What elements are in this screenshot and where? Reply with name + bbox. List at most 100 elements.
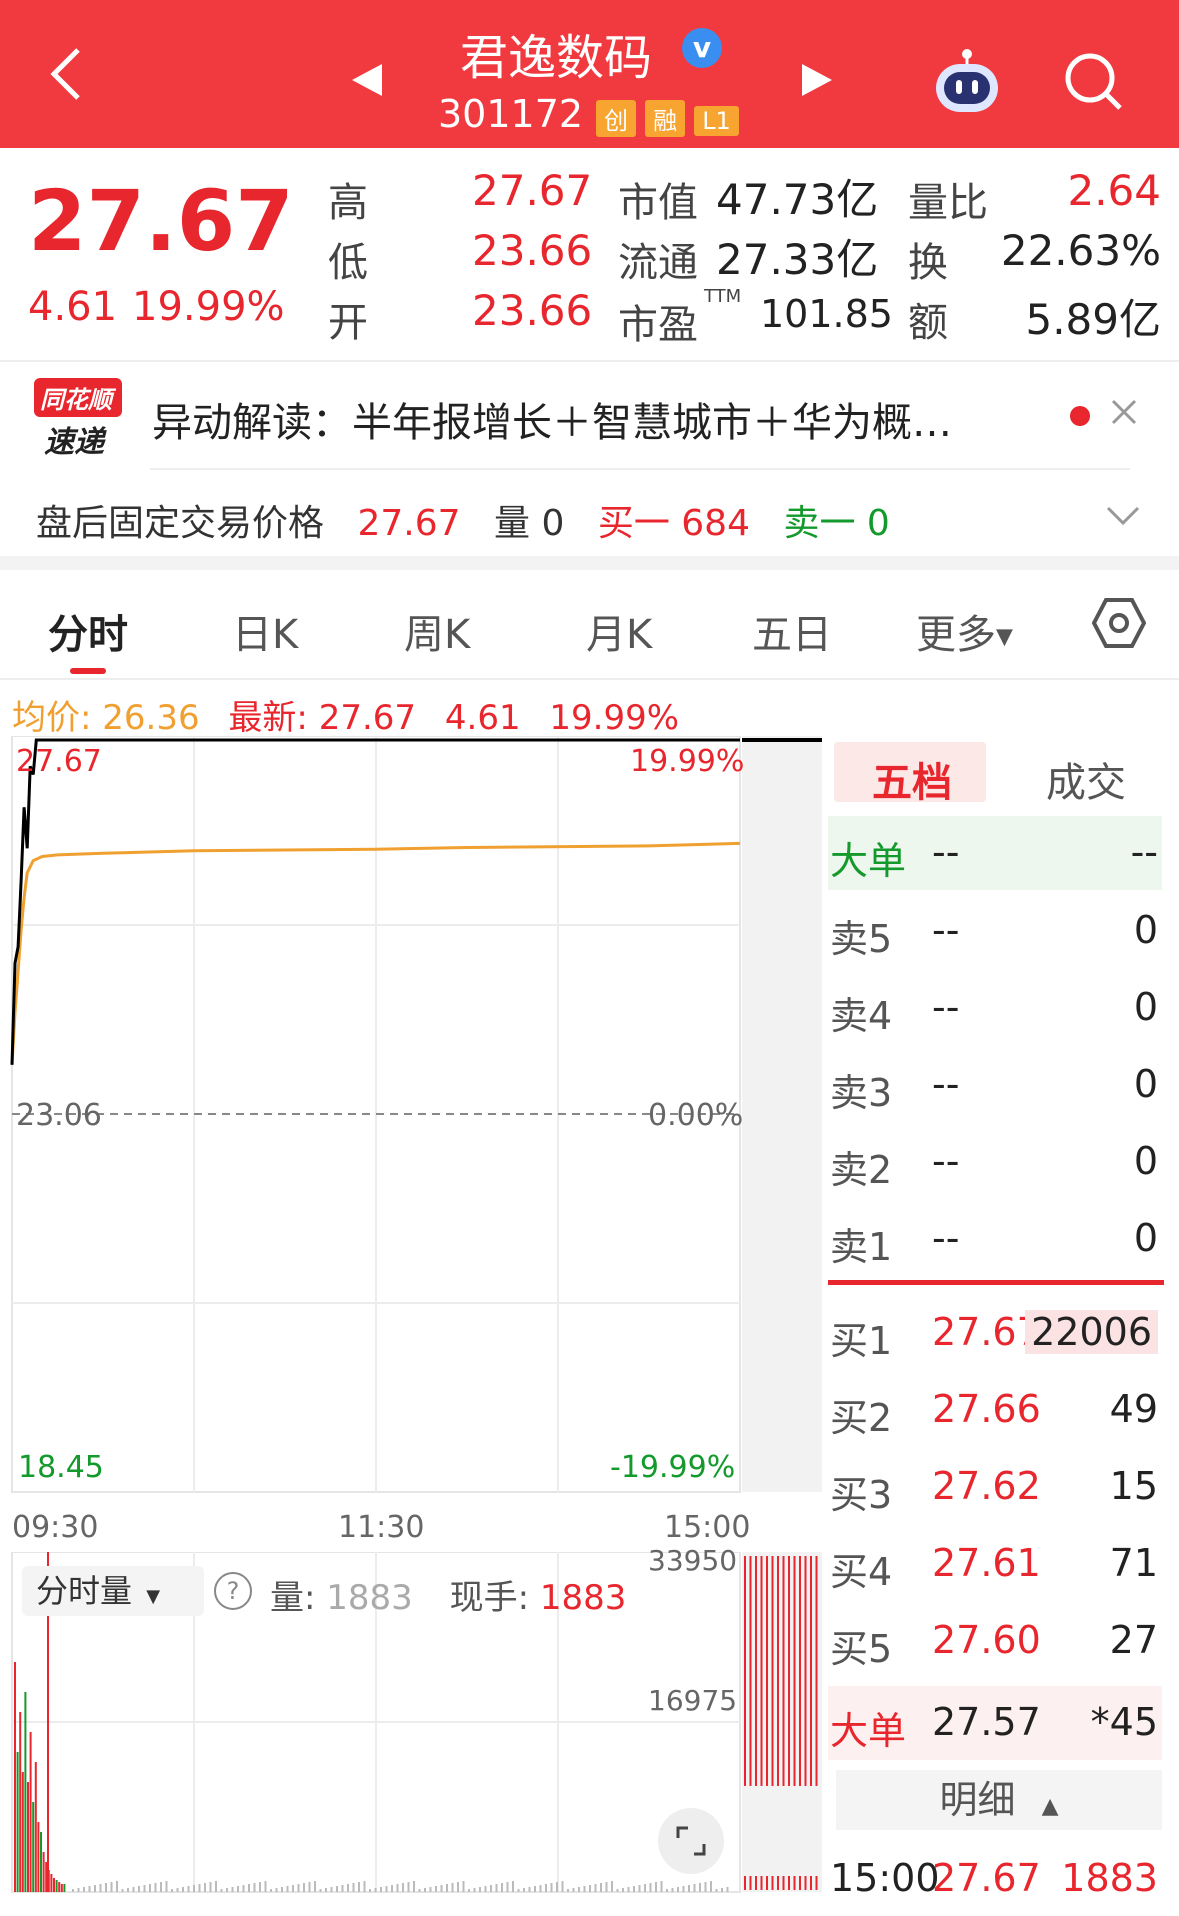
volume-bar — [501, 1883, 503, 1892]
volume-bar — [325, 1888, 327, 1892]
volume-value: 1883 — [326, 1578, 413, 1618]
volume-selector[interactable]: 分时量 ▼ — [22, 1566, 204, 1616]
ask-price: -- — [932, 908, 960, 952]
volume-bar — [248, 1884, 250, 1892]
bid-price: 27.62 — [932, 1464, 1041, 1508]
volume-bar — [660, 1881, 663, 1892]
fullscreen-icon[interactable] — [658, 1808, 724, 1874]
volume-bar — [264, 1881, 267, 1892]
volume-bar — [24, 1692, 27, 1892]
volume-bar — [380, 1887, 382, 1892]
bid-price: 27.66 — [932, 1387, 1041, 1431]
volume-bar — [176, 1888, 179, 1892]
after-hours-volume-bar — [788, 1876, 790, 1890]
next-stock-icon[interactable] — [800, 62, 836, 102]
ask-price: -- — [932, 985, 960, 1029]
chevron-down-icon[interactable] — [1106, 506, 1140, 530]
tab-daily-k[interactable]: 日K — [232, 602, 298, 660]
price-change: 4.61 — [28, 284, 118, 330]
volume-bar — [528, 1887, 531, 1892]
y-label-mid-pct: 0.00% — [648, 1098, 744, 1133]
orderbook-tab-five[interactable]: 五档 — [834, 742, 986, 806]
after-hours-sell: 0 — [866, 503, 890, 544]
robot-assistant-icon[interactable] — [930, 44, 1004, 122]
after-hours-label: 盘后固定交易价格 — [36, 503, 325, 544]
bid-label: 买5 — [830, 1627, 893, 1671]
volume-bar — [165, 1881, 168, 1892]
volume-bar — [319, 1889, 322, 1892]
after-hours-row[interactable]: 盘后固定交易价格 27.67 量 0 买一 684 卖一 0 — [36, 494, 890, 546]
low-value: 23.66 — [472, 226, 593, 275]
volume-bar — [479, 1887, 481, 1892]
after-hours-volume-bar — [815, 1556, 818, 1786]
after-hours-volume-bar — [755, 1556, 757, 1786]
volume-bar — [286, 1886, 289, 1892]
tab-five-day[interactable]: 五日 — [752, 602, 832, 660]
orderbook-tab-five-label: 五档 — [872, 760, 952, 806]
big-sell-label: 大单 — [830, 839, 907, 883]
prev-stock-icon[interactable] — [348, 62, 384, 102]
tab-intraday[interactable]: 分时 — [48, 602, 128, 660]
ask-bid-divider — [828, 1280, 1164, 1285]
back-icon[interactable] — [46, 46, 86, 102]
news-headline[interactable]: 异动解读：半年报增长＋智慧城市＋华为概… — [152, 390, 952, 448]
volume-bar — [627, 1887, 630, 1892]
volume-bar — [605, 1882, 608, 1892]
volume-bar — [534, 1886, 536, 1892]
after-hours-vol-label: 量 — [493, 503, 530, 544]
volume-bar — [341, 1885, 344, 1892]
verified-icon: v — [682, 28, 722, 68]
settings-hex-icon[interactable] — [1091, 596, 1147, 654]
low-label: 低 — [328, 240, 368, 286]
y-label-bottom-price: 18.45 — [18, 1450, 104, 1485]
tab-weekly-k[interactable]: 周K — [404, 602, 470, 660]
after-hours-buy: 684 — [681, 503, 750, 544]
after-hours-volume-bar — [749, 1876, 752, 1890]
turnover-value: 22.63% — [1000, 226, 1161, 275]
volume-bar — [14, 1662, 16, 1892]
volume-bar — [671, 1888, 674, 1892]
volume-bar — [37, 1822, 40, 1892]
volume-bar — [40, 1832, 42, 1892]
orderbook-tab-trades[interactable]: 成交 — [1046, 750, 1126, 808]
volume-bar — [303, 1883, 305, 1892]
volume-axis-max: 33950 — [648, 1544, 738, 1577]
volume-bar — [424, 1888, 426, 1892]
tab-monthly-k[interactable]: 月K — [586, 602, 652, 660]
tab-more[interactable]: 更多▼ — [916, 602, 1013, 660]
volume-bar — [160, 1882, 162, 1892]
bid-vol: 49 — [1109, 1387, 1158, 1431]
volume-bar — [63, 1884, 66, 1892]
volume-label: 量: — [270, 1578, 316, 1618]
detail-toggle[interactable]: 明细 ▲ — [836, 1770, 1162, 1830]
volume-bar — [21, 1772, 24, 1892]
avg-value: 26.36 — [102, 698, 200, 738]
big-buy-label: 大单 — [830, 1709, 907, 1753]
float-value: 27.33亿 — [716, 235, 879, 284]
volume-bar — [127, 1888, 129, 1892]
volume-bar — [633, 1886, 635, 1892]
ths-logo-top: 同花顺 — [34, 378, 122, 417]
volume-bar — [182, 1887, 184, 1892]
volume-bar — [193, 1885, 195, 1892]
close-icon[interactable] — [1110, 398, 1138, 430]
volume-bar — [88, 1886, 91, 1892]
volume-bar — [611, 1881, 613, 1892]
current-price: 27.67 — [28, 172, 294, 270]
volume-bar — [539, 1885, 542, 1892]
volume-bar — [50, 1874, 53, 1892]
after-hours-volume-bar — [777, 1556, 779, 1786]
search-icon[interactable] — [1062, 50, 1124, 116]
volume-bar — [19, 1712, 22, 1892]
after-hours-volume-bar — [793, 1876, 796, 1890]
last-change: 4.61 — [444, 698, 521, 738]
volume-bar — [226, 1888, 228, 1892]
help-icon[interactable]: ? — [214, 1572, 252, 1610]
ask-vol: 0 — [1133, 1216, 1158, 1260]
volume-bar — [171, 1889, 173, 1892]
volume-bar — [495, 1884, 498, 1892]
volume-bar — [138, 1886, 140, 1892]
turnover-label: 换 — [908, 240, 948, 286]
ask-vol: 0 — [1133, 1139, 1158, 1183]
volume-bar — [721, 1888, 723, 1892]
